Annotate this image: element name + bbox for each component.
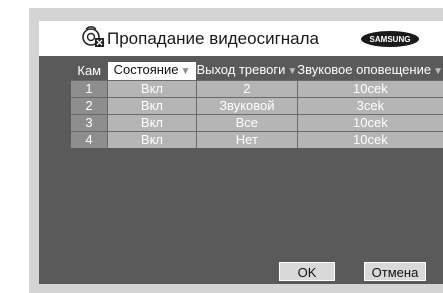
dialog-title: Пропадание видеосигнала xyxy=(107,29,319,48)
alarm-output-cell[interactable]: Все xyxy=(195,114,298,132)
sort-arrow-icon: ▼ xyxy=(180,66,191,77)
sound-alert-cell[interactable]: 3cek xyxy=(296,97,443,115)
sound-alert-cell[interactable]: 10cek xyxy=(296,114,443,132)
alarm-output-cell[interactable]: 2 xyxy=(195,80,298,98)
table-row: 1 Вкл 2 10cek xyxy=(71,80,443,98)
state-cell[interactable]: Вкл xyxy=(107,114,197,132)
column-header-alarm-output[interactable]: Выход тревоги ▼ xyxy=(196,62,298,81)
column-header-cam: Кам xyxy=(71,62,108,81)
table-row: 2 Вкл Звуковой 3cek xyxy=(71,97,443,115)
table-header-row: Кам Состояние ▼ Выход тревоги ▼ Звуковое о… xyxy=(71,62,443,81)
video-loss-camera-icon xyxy=(82,26,104,47)
table-row: 3 Вкл Все 10cek xyxy=(71,114,443,132)
sound-alert-cell[interactable]: 10cek xyxy=(296,80,443,98)
state-cell[interactable]: Вкл xyxy=(107,131,197,148)
cam-number-cell: 2 xyxy=(71,97,108,115)
samsung-logo: SAMSUNG xyxy=(361,31,419,47)
alarm-output-cell[interactable]: Звуковой xyxy=(195,97,298,115)
dialog-panel xyxy=(39,21,443,284)
column-header-state[interactable]: Состояние ▼ xyxy=(107,62,197,81)
sort-arrow-icon: ▼ xyxy=(433,66,443,77)
alarm-output-cell[interactable]: Нет xyxy=(195,131,298,148)
cam-number-cell: 3 xyxy=(71,114,108,132)
column-header-sound-alert[interactable]: Звуковое оповещение ▼ xyxy=(297,62,443,81)
sort-arrow-icon: ▼ xyxy=(287,66,298,77)
state-cell[interactable]: Вкл xyxy=(107,80,197,98)
table-row: 4 Вкл Нет 10cek xyxy=(71,131,443,148)
camera-settings-table: Кам Состояние ▼ Выход тревоги ▼ Звуковое о… xyxy=(71,62,443,148)
state-cell[interactable]: Вкл xyxy=(107,97,197,115)
ok-button[interactable]: OK xyxy=(279,262,335,281)
svg-text:SAMSUNG: SAMSUNG xyxy=(370,35,411,44)
cam-number-cell: 4 xyxy=(71,131,108,148)
sound-alert-cell[interactable]: 10cek xyxy=(296,131,443,148)
cancel-button[interactable]: Отмена xyxy=(364,262,426,281)
cam-number-cell: 1 xyxy=(71,80,108,98)
